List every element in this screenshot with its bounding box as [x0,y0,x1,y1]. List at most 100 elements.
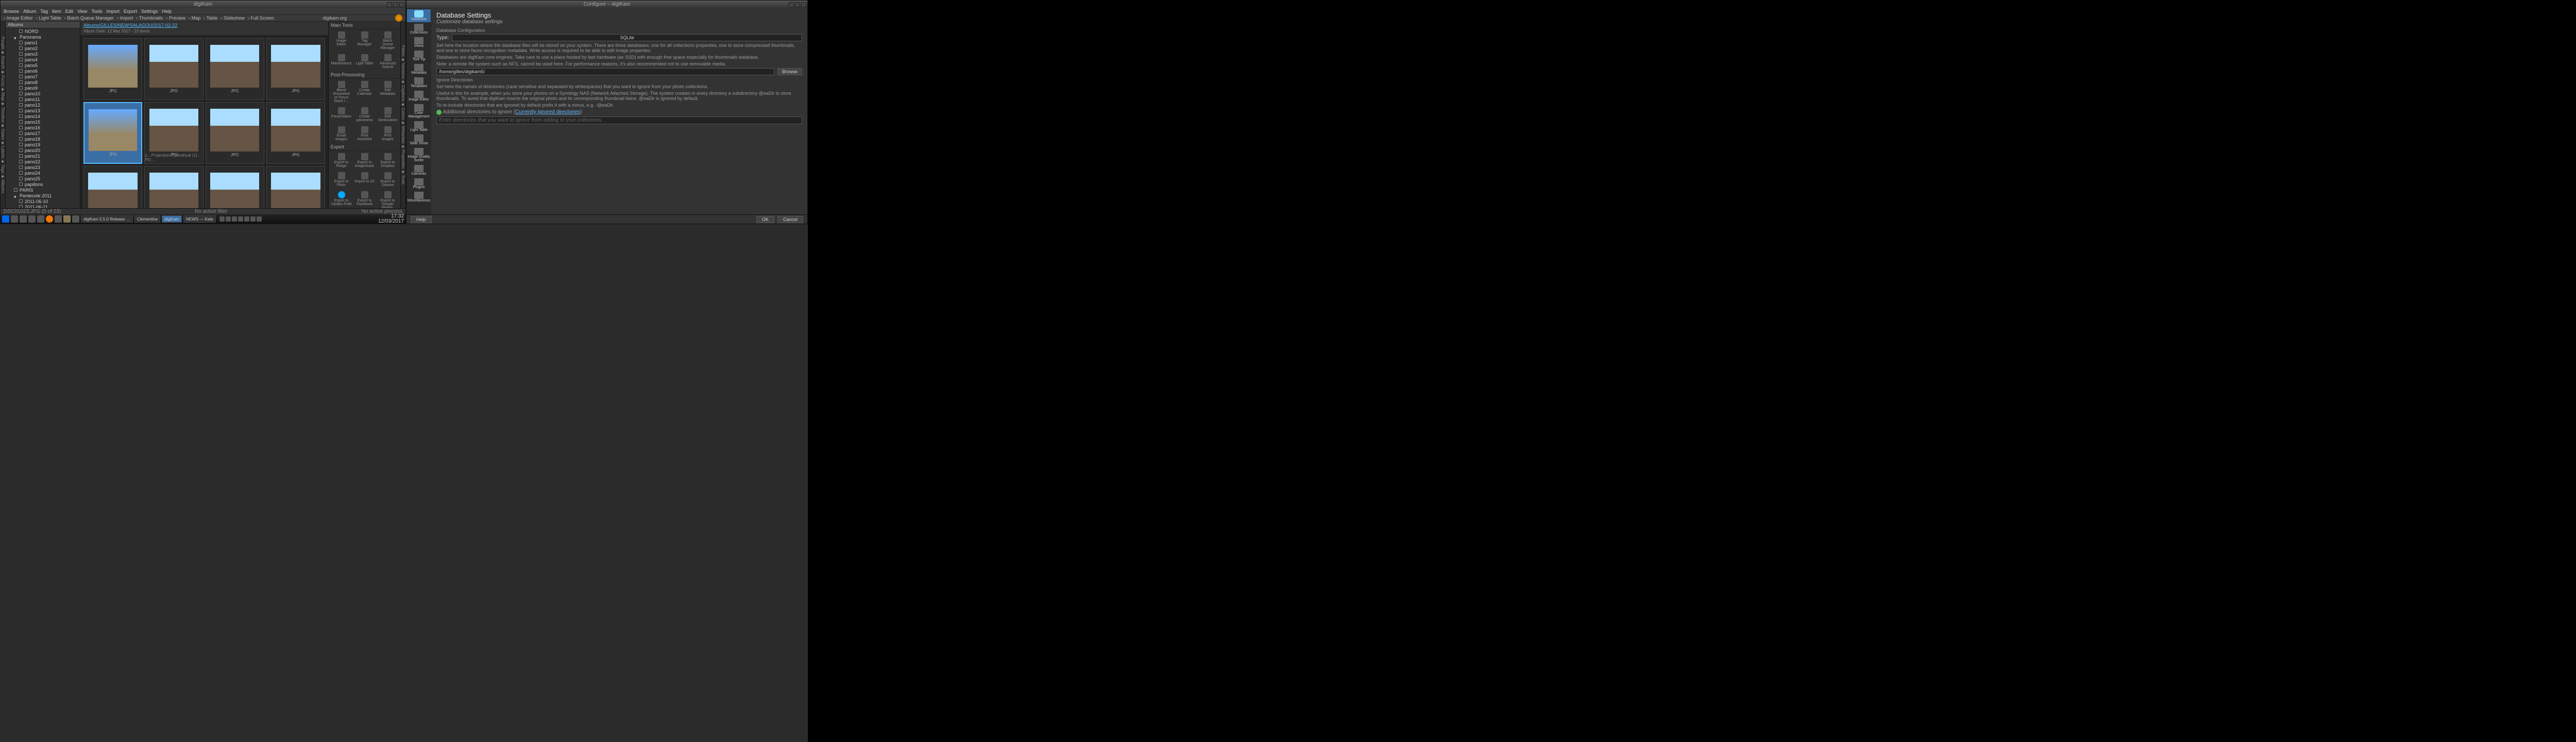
tray-icon[interactable] [250,216,256,222]
close-icon[interactable] [801,2,806,7]
tray-icon[interactable] [219,216,225,222]
tree-item[interactable]: pano23 [6,164,80,170]
browse-button[interactable]: Browse [777,68,802,75]
thumbnail[interactable]: JPG [144,166,203,208]
breadcrumb-path[interactable]: Albums/GILLES/NEW/SALAGOU/2017-02-22 [83,23,177,28]
sidebar-item-miscellaneous[interactable]: Miscellaneous [407,191,431,204]
tray-icon[interactable] [226,216,231,222]
tree-item[interactable]: pano7 [6,74,80,79]
tree-item[interactable]: pano15 [6,119,80,125]
kate-icon[interactable] [72,215,79,223]
sidebar-item-image-quality-sorter[interactable]: Image Quality Sorter [407,147,431,163]
tool-item[interactable]: Export to Imageshack [354,152,376,169]
tree-item[interactable]: pano21 [6,153,80,159]
firefox-icon[interactable] [46,215,53,223]
sidebar-item-templates[interactable]: Templates [407,76,431,89]
tree-item[interactable]: 2011-06-10 [6,198,80,204]
toolbar-thumbnails[interactable]: ▫ Thumbnails [136,15,163,21]
sidebar-item-color-management[interactable]: Color Management [407,103,431,120]
tool-item[interactable]: Advanced Search [377,53,399,70]
titlebar[interactable]: digiKam [1,1,405,8]
sidebar-item-image-editor[interactable]: Image Editor [407,90,431,103]
menu-edit[interactable]: Edit [65,9,74,14]
thumbnail[interactable]: JPG [206,38,264,100]
tool-item[interactable]: Blend Bracketed or Focus Stack I… [331,80,352,104]
toolbar-batch-queue-manager[interactable]: ▫ Batch Queue Manager [64,15,114,21]
tool-item[interactable]: Export to Flickr [331,171,352,188]
thumbnail[interactable]: JPG [206,102,264,164]
tool-item[interactable]: Edit Metadata [377,80,399,104]
sidebar-item-plugins[interactable]: Plugins [407,177,431,190]
tree-item[interactable]: pano17 [6,130,80,136]
menu-export[interactable]: Export [124,9,137,14]
tool-item[interactable]: Export to Zooomr [377,171,399,188]
tool-item[interactable]: Tag Manager [354,30,376,51]
thumbnail[interactable]: JPG [206,166,264,208]
maximize-icon[interactable] [393,2,398,7]
menu-import[interactable]: Import [106,9,120,14]
menu-browse[interactable]: Browse [4,9,19,14]
cancel-button[interactable]: Cancel [777,216,803,223]
tree-item[interactable]: pano12 [6,102,80,108]
tree-item[interactable]: pano13 [6,108,80,113]
tool-item[interactable]: Maintenance [331,53,352,70]
tree-item[interactable]: pano16 [6,125,80,130]
toolbar-preview[interactable]: ▫ Preview [166,15,185,21]
toolbar-import[interactable]: ▫ Import [117,15,133,21]
tree-item[interactable]: pano25 [6,176,80,181]
tray-icon[interactable] [232,216,237,222]
tool-item[interactable]: Export to Piwigo [331,152,352,169]
chrome-icon[interactable] [55,215,62,223]
tool-item[interactable]: Batch Queue Manager [377,30,399,51]
thumbnail[interactable]: JPG [83,38,142,100]
tool-item[interactable]: Print images [377,125,399,142]
toolbar-table[interactable]: ▫ Table [204,15,217,21]
thumbnail[interactable]: JPG [83,102,142,164]
tool-item[interactable]: Presentation [331,106,352,123]
tool-item[interactable]: Image Editor [331,30,352,51]
menu-tools[interactable]: Tools [91,9,102,14]
right-tabs[interactable]: Filters ⬥ Versions ⬥ Captions ⬥ Colors ⬥… [400,22,405,208]
taskbar-item[interactable]: digiKam [162,215,182,223]
menu-item[interactable]: Item [52,9,61,14]
sidebar-item-views[interactable]: Views [407,36,431,49]
menu-album[interactable]: Album [23,9,37,14]
left-tabs[interactable]: People ⬥ Search ⬥ Fuzzy ⬥ Map ⬥ Timeline… [1,22,6,208]
tool-item[interactable]: Email Images [331,125,352,142]
tree-item[interactable]: Panorama [6,34,80,40]
toolbar-map[interactable]: ▫ Map [189,15,200,21]
tray-icon[interactable] [238,216,243,222]
tool-item[interactable]: Create Calendar [354,80,376,104]
tree-item[interactable]: pano19 [6,142,80,147]
system-tray[interactable] [219,216,262,222]
tree-item[interactable]: PARIS [6,187,80,193]
sidebar-item-metadata[interactable]: Metadata [407,63,431,76]
dolphin-icon[interactable] [20,215,27,223]
tree-item[interactable]: pano11 [6,96,80,102]
tree-item[interactable]: pano22 [6,159,80,164]
minimize-icon[interactable] [387,2,392,7]
tree-item[interactable]: pano14 [6,113,80,119]
ignore-input[interactable]: Enter directories that you want to ignor… [436,116,802,124]
sidebar-item-cameras[interactable]: Cameras [407,164,431,177]
thumbnail[interactable]: JPG [266,102,325,164]
toolbar-light-table[interactable]: ▫ Light Table [36,15,61,21]
ignored-dirs-link[interactable]: Currently ignored directories [515,109,580,115]
activity-icon[interactable] [11,215,18,223]
tray-icon[interactable] [244,216,249,222]
toolbar-image-editor[interactable]: ▫ Image Editor [4,15,33,21]
tree-item[interactable]: pano1 [6,40,80,45]
tree-item[interactable]: pano2 [6,45,80,51]
menu-help[interactable]: Help [162,9,172,14]
thumbnail[interactable]: JPG [266,38,325,100]
thumbnail[interactable]: JPG [83,166,142,208]
sidebar-item-database[interactable]: Database [407,9,431,22]
tree-item[interactable]: pano18 [6,136,80,142]
tree-item[interactable]: pano3 [6,51,80,57]
toolbar-full-screen[interactable]: ▫ Full Screen [248,15,274,21]
thumbnail[interactable]: JPG [266,166,325,208]
tool-item[interactable]: Export to 23 [354,171,376,188]
sidebar-item-tool-tip[interactable]: Tool-Tip [407,49,431,62]
toolbar-slideshow[interactable]: ▫ Slideshow [221,15,245,21]
maximize-icon[interactable] [795,2,800,7]
